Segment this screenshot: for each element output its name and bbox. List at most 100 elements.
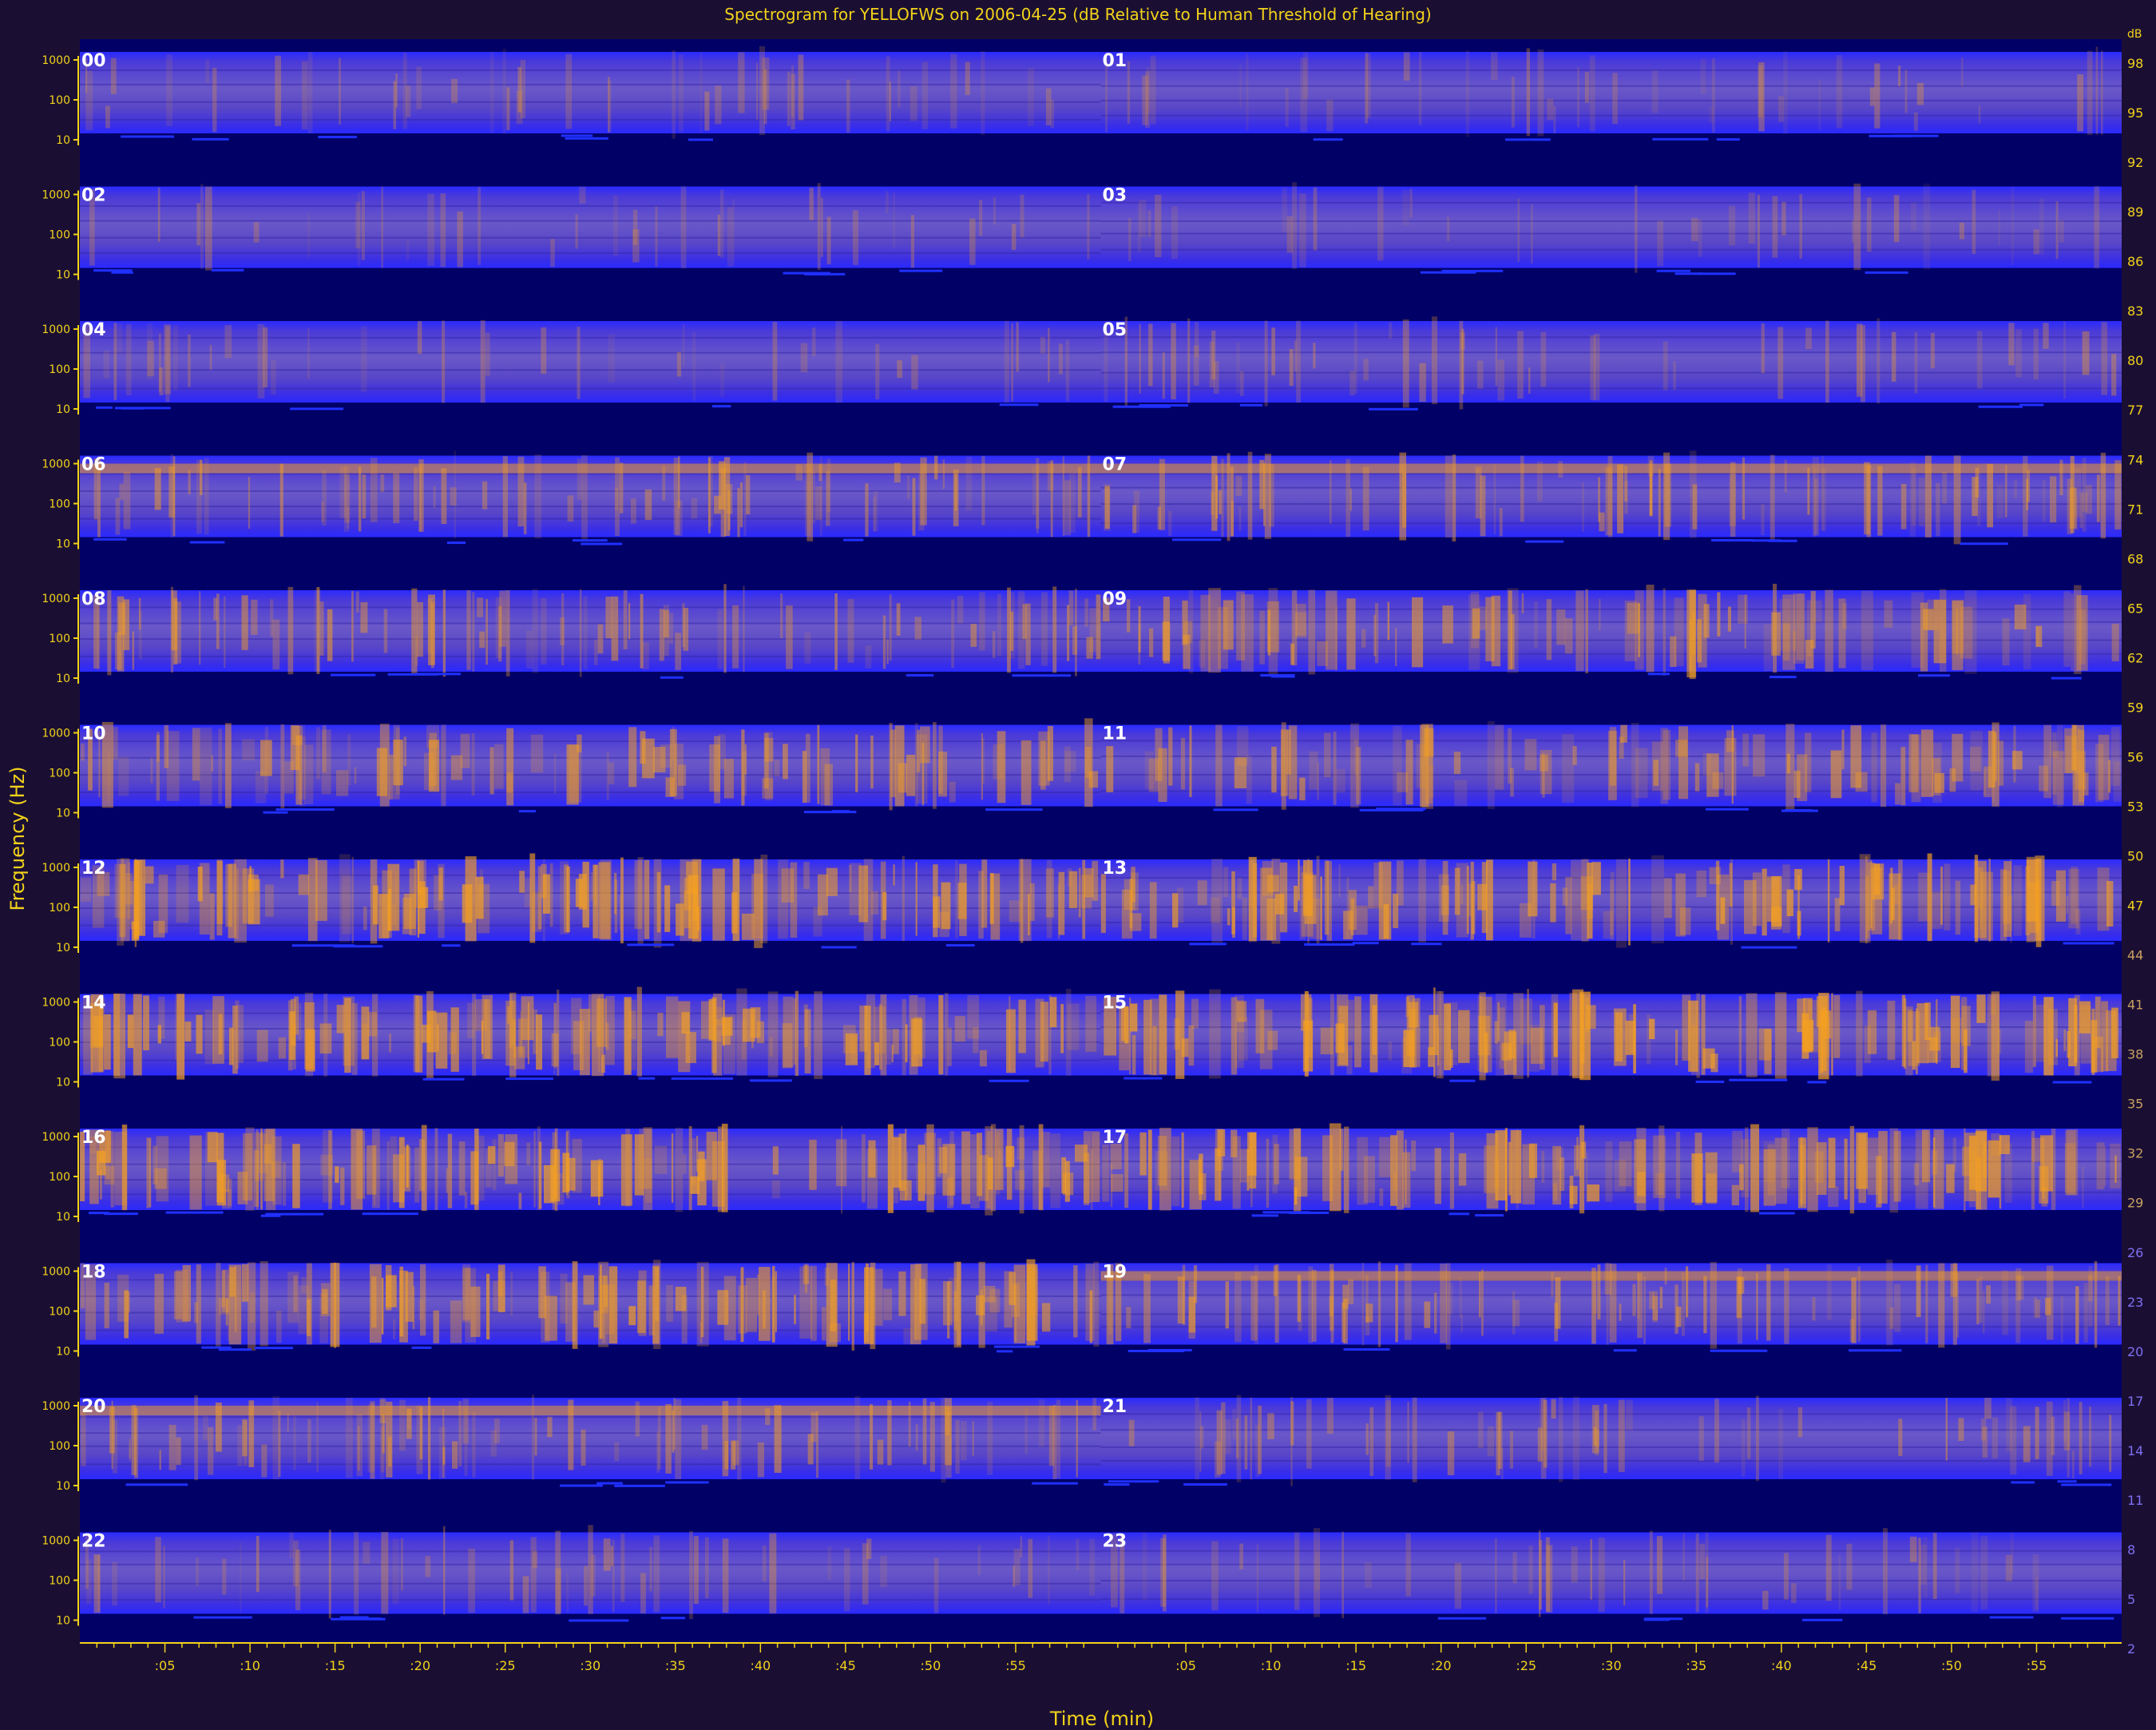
burst	[292, 1144, 300, 1208]
low-noise	[821, 946, 857, 949]
burst	[271, 360, 276, 395]
burst	[386, 1275, 397, 1307]
burst	[1979, 1276, 1983, 1323]
burst	[741, 913, 755, 940]
low-noise	[1525, 540, 1564, 543]
burst	[1317, 762, 1319, 800]
burst	[865, 645, 872, 669]
burst	[665, 1403, 672, 1474]
burst	[1696, 870, 1706, 898]
burst	[406, 1145, 409, 1188]
band-striation	[1100, 1460, 2122, 1462]
burst	[1546, 599, 1552, 661]
burst	[143, 995, 149, 1050]
x-tick-label: :45	[1857, 1658, 1877, 1673]
burst	[1746, 1407, 1751, 1459]
burst	[1632, 1284, 1636, 1316]
burst	[970, 624, 977, 647]
burst	[245, 1127, 255, 1211]
burst	[280, 724, 285, 811]
low-noise	[1989, 1616, 2034, 1619]
burst	[2075, 751, 2086, 790]
burst	[1560, 1157, 1565, 1191]
low-noise	[804, 272, 846, 276]
burst	[1147, 1129, 1152, 1210]
burst	[504, 1141, 515, 1166]
burst	[786, 605, 793, 669]
burst	[2013, 865, 2022, 936]
burst	[915, 862, 917, 936]
burst	[172, 456, 176, 537]
low-noise	[1674, 272, 1704, 276]
burst	[1294, 1157, 1308, 1197]
band-striation	[80, 387, 1101, 390]
burst	[2042, 1137, 2045, 1199]
burst	[115, 632, 122, 670]
burst	[1886, 1259, 1893, 1346]
burst	[1447, 216, 1450, 241]
burst	[1330, 994, 1334, 1076]
burst	[464, 1191, 468, 1209]
burst	[1976, 994, 1986, 1023]
burst	[1923, 183, 1931, 270]
burst	[1983, 769, 1986, 796]
burst	[1299, 777, 1306, 800]
burst	[1908, 1011, 1920, 1066]
burst	[1646, 585, 1655, 673]
burst	[1869, 87, 1875, 106]
burst	[301, 61, 308, 130]
burst	[370, 458, 378, 522]
low-noise	[189, 541, 225, 544]
burst	[287, 586, 294, 675]
burst	[1060, 1004, 1064, 1053]
burst	[413, 994, 420, 1073]
burst	[659, 609, 664, 661]
low-noise	[1475, 1214, 1504, 1217]
burst	[601, 1054, 605, 1073]
burst	[1460, 1314, 1463, 1333]
burst	[1181, 1038, 1189, 1057]
burst	[465, 856, 477, 942]
burst	[464, 1408, 468, 1476]
burst	[419, 1407, 423, 1459]
band-striation	[1100, 99, 2122, 101]
burst	[1564, 618, 1573, 654]
burst	[1442, 605, 1453, 644]
burst	[1690, 450, 1697, 538]
burst	[264, 1129, 275, 1201]
burst	[1953, 455, 1961, 545]
burst	[782, 1023, 793, 1069]
band-striation	[1100, 232, 2122, 235]
burst	[1100, 874, 1106, 934]
burst	[2004, 465, 2007, 518]
burst	[533, 1131, 536, 1208]
burst	[2111, 1007, 2118, 1058]
burst	[1695, 1534, 1699, 1613]
x-tick-label: :30	[1601, 1658, 1622, 1673]
burst	[1637, 1171, 1646, 1196]
burst	[773, 1273, 775, 1329]
burst	[681, 1295, 688, 1344]
burst	[1084, 598, 1088, 627]
burst	[1089, 1538, 1096, 1596]
burst	[1922, 1129, 1931, 1183]
burst	[979, 200, 983, 236]
burst	[450, 755, 463, 780]
y-tick-label: 1000	[42, 1266, 70, 1279]
low-noise	[843, 538, 864, 542]
burst	[1009, 900, 1022, 923]
burst	[579, 186, 586, 204]
burst	[1354, 996, 1361, 1068]
y-tick-label: 100	[49, 1037, 70, 1050]
burst	[1510, 613, 1515, 669]
x-tick-label: :40	[1771, 1658, 1792, 1673]
burst	[399, 1270, 408, 1343]
burst	[369, 1264, 382, 1343]
burst	[222, 1269, 229, 1313]
hour-label: 14	[81, 994, 106, 1014]
burst	[256, 1030, 268, 1062]
burst	[743, 462, 747, 536]
burst	[156, 735, 160, 801]
x-tick-label: :05	[1175, 1658, 1196, 1673]
burst	[656, 1431, 660, 1474]
